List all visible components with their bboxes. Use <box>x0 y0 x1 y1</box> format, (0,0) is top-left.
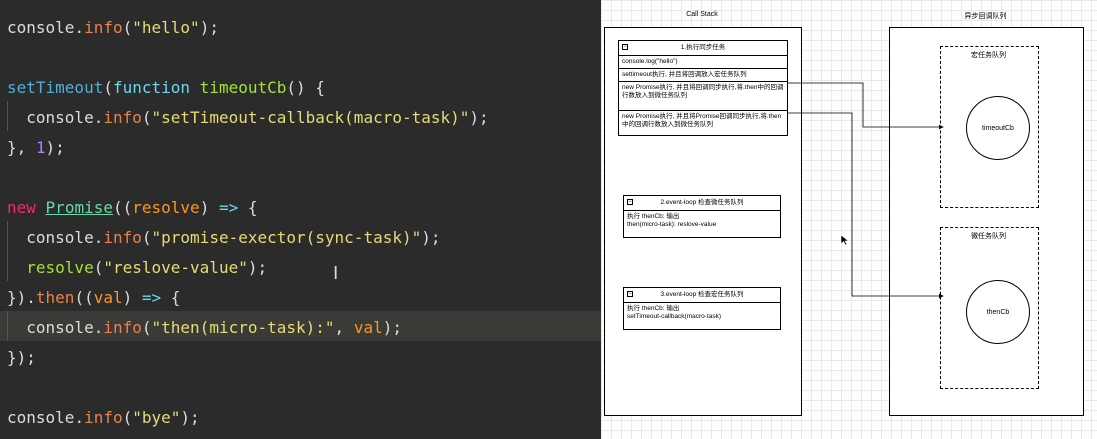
code-token: ( <box>103 78 113 97</box>
code-token: info <box>103 228 142 247</box>
code-token: ); <box>45 138 65 157</box>
code-token: ( <box>141 318 152 337</box>
code-token: { <box>238 198 258 217</box>
event-loop-diagram: Call Stack 异步回调队列 − 1.执行同步任务 console.log… <box>601 0 1097 439</box>
code-token: () { <box>286 78 325 97</box>
code-token: }); <box>7 348 36 367</box>
code-token: ( <box>122 18 133 37</box>
code-token: console <box>7 18 75 37</box>
code-token: console <box>7 228 94 247</box>
code-token: ) <box>199 198 219 217</box>
code-token: ); <box>180 408 200 427</box>
code-line: resolve("reslove-value"); <box>7 255 267 281</box>
code-token: info <box>103 318 142 337</box>
code-token: ); <box>382 318 402 337</box>
code-token: function <box>112 78 191 97</box>
code-token: . <box>26 288 36 307</box>
code-token: ( <box>141 108 152 127</box>
code-line: setTimeout(function timeoutCb() { <box>7 75 325 101</box>
code-token: ( <box>141 228 152 247</box>
code-token: val <box>93 288 123 307</box>
code-token: (( <box>74 288 94 307</box>
code-token: "hello" <box>132 18 200 37</box>
arrow-to-macro-queue <box>787 82 944 130</box>
connector-arrows <box>787 82 944 299</box>
code-token: }, <box>7 138 36 157</box>
code-token: timeoutCb <box>199 78 287 97</box>
code-token: Promise <box>45 198 113 217</box>
code-token: => <box>141 288 162 307</box>
code-token: ); <box>247 258 268 277</box>
code-token: "bye" <box>132 408 181 427</box>
code-line: }, 1); <box>7 135 65 161</box>
code-token: . <box>93 108 104 127</box>
code-line: new Promise((resolve) => { <box>7 195 257 221</box>
code-token: . <box>74 408 85 427</box>
code-token: (( <box>112 198 133 217</box>
code-token: ); <box>469 108 489 127</box>
code-token: . <box>74 18 85 37</box>
code-token: console <box>7 318 94 337</box>
code-line: console.info("then(micro-task):", val); <box>7 315 402 341</box>
code-token: then <box>35 288 75 307</box>
code-token: console <box>7 108 94 127</box>
code-token: ( <box>93 258 104 277</box>
code-token: resolve <box>26 258 94 277</box>
code-token: info <box>103 108 142 127</box>
code-editor[interactable]: console.info("hello"); setTimeout(functio… <box>0 0 601 439</box>
code-token: . <box>93 228 104 247</box>
code-token: val <box>353 318 383 337</box>
code-token: ( <box>122 408 133 427</box>
code-token: info <box>84 18 123 37</box>
code-token: new <box>7 198 36 217</box>
code-token: console <box>7 408 75 427</box>
code-line: }); <box>7 345 36 371</box>
code-line: console.info("setTimeout-callback(macro-… <box>7 105 489 131</box>
code-token: "promise-exector(sync-task)" <box>151 228 422 247</box>
code-token: "reslove-value" <box>103 258 248 277</box>
mouse-pointer-icon <box>840 234 850 246</box>
code-token: setTimeout <box>7 78 104 97</box>
code-token: ) <box>122 288 142 307</box>
text-cursor-icon: I <box>333 263 339 284</box>
code-token: "then(micro-task):" <box>151 318 335 337</box>
code-token: }) <box>7 288 27 307</box>
code-token: resolve <box>132 198 200 217</box>
code-token: info <box>84 408 123 427</box>
code-token: "setTimeout-callback(macro-task)" <box>151 108 470 127</box>
arrow-to-micro-queue <box>787 112 944 299</box>
code-line: console.info("bye"); <box>7 405 200 431</box>
code-token: ); <box>199 18 219 37</box>
code-token: { <box>161 288 181 307</box>
code-token: => <box>218 198 239 217</box>
code-line: }).then((val) => { <box>7 285 180 311</box>
code-token: . <box>93 318 104 337</box>
code-token: 1 <box>35 138 46 157</box>
code-line: console.info("hello"); <box>7 15 219 41</box>
code-token: , <box>334 318 354 337</box>
code-token: ); <box>421 228 441 247</box>
code-line: console.info("promise-exector(sync-task)… <box>7 225 441 251</box>
